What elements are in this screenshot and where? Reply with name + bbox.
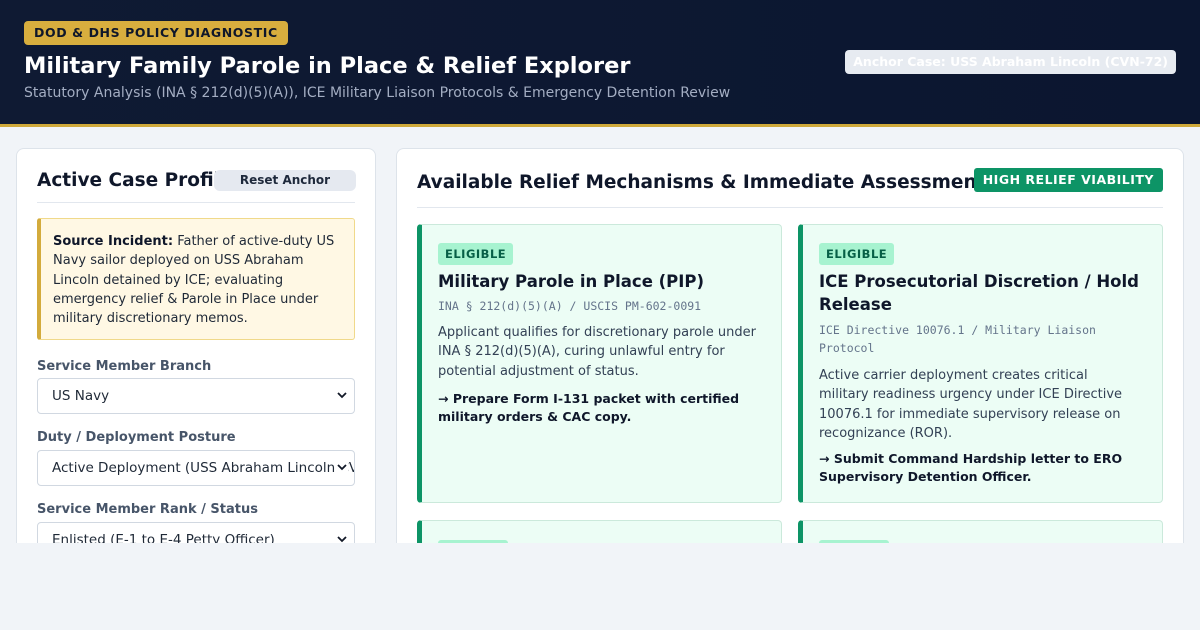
status-badge <box>438 540 508 543</box>
page-title: Military Family Parole in Place & Relief… <box>24 53 631 79</box>
relief-heading: Available Relief Mechanisms & Immediate … <box>417 172 986 193</box>
card-title: Military Parole in Place (PIP) <box>438 272 705 291</box>
relief-mechanisms-panel: Available Relief Mechanisms & Immediate … <box>396 148 1184 543</box>
case-profile-heading: Active Case Profile <box>37 170 233 191</box>
chevron-down-icon <box>336 379 348 413</box>
deployment-label: Duty / Deployment Posture <box>37 430 236 445</box>
anchor-case-badge: Anchor Case: USS Abraham Lincoln (CVN-72… <box>845 50 1176 74</box>
relief-card-ice-discretion: ELIGIBLE ICE Prosecutorial Discretion / … <box>798 224 1163 503</box>
card-body: Applicant qualifies for discretionary pa… <box>438 325 756 379</box>
chevron-down-icon <box>336 451 348 485</box>
relief-viability-badge: HIGH RELIEF VIABILITY <box>973 168 1163 192</box>
deployment-select[interactable]: Active Deployment (USS Abraham Lincoln C… <box>37 450 355 486</box>
rank-label: Service Member Rank / Status <box>37 502 258 517</box>
rank-select[interactable]: Enlisted (E-1 to E-4 Petty Officer) <box>37 522 355 543</box>
card-citation: INA § 212(d)(5)(A) / USCIS PM-602-0091 <box>438 299 702 313</box>
incident-label: Source Incident: <box>53 234 174 249</box>
card-body: Active carrier deployment creates critic… <box>819 368 1123 441</box>
card-action: → Submit Command Hardship letter to ERO … <box>819 451 1123 484</box>
diagnostic-badge: DOD & DHS POLICY DIAGNOSTIC <box>24 21 288 45</box>
relief-card-pip: ELIGIBLE Military Parole in Place (PIP) … <box>417 224 782 503</box>
panel-divider <box>417 207 1163 208</box>
deployment-select-value: Active Deployment (USS Abraham Lincoln C… <box>52 460 354 476</box>
relief-card <box>417 520 782 543</box>
chevron-down-icon <box>336 523 348 543</box>
card-action: → Prepare Form I-131 packet with certifi… <box>438 391 740 424</box>
rank-select-value: Enlisted (E-1 to E-4 Petty Officer) <box>52 532 275 543</box>
eligible-badge: ELIGIBLE <box>819 243 895 265</box>
source-incident-callout: Source Incident: Father of active-duty U… <box>37 218 355 340</box>
app-header: DOD & DHS POLICY DIAGNOSTIC Military Fam… <box>0 0 1200 127</box>
eligible-badge: ELIGIBLE <box>438 243 514 265</box>
panel-divider <box>37 202 355 203</box>
branch-label: Service Member Branch <box>37 359 212 374</box>
relief-card <box>798 520 1163 543</box>
case-profile-panel: Active Case Profile Reset Anchor Source … <box>16 148 376 543</box>
branch-select-value: US Navy <box>52 388 110 404</box>
page-subtitle: Statutory Analysis (INA § 212(d)(5)(A)),… <box>24 85 731 101</box>
branch-select[interactable]: US Navy <box>37 378 355 414</box>
card-citation: ICE Directive 10076.1 / Military Liaison… <box>819 323 1096 355</box>
card-title: ICE Prosecutorial Discretion / Hold Rele… <box>819 272 1139 314</box>
status-badge <box>819 540 889 543</box>
reset-anchor-button[interactable]: Reset Anchor <box>214 170 356 191</box>
